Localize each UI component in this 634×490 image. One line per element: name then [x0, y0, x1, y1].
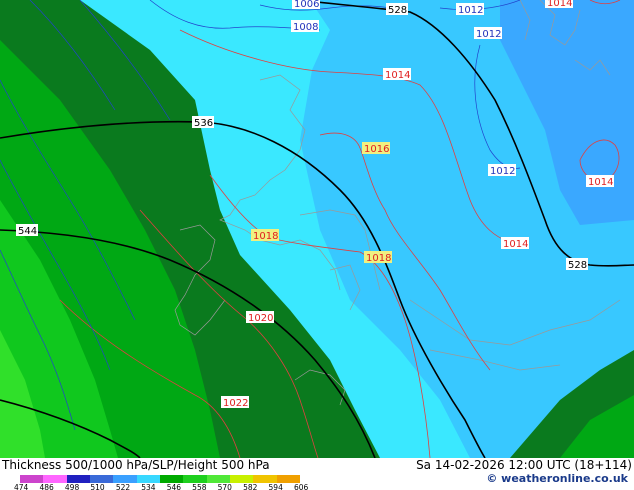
legend-tick-label: 522 [115, 483, 131, 490]
thickness-label-536: 536 [194, 118, 213, 129]
color-legend [20, 475, 300, 483]
legend-tick-label: 582 [243, 483, 258, 490]
isobar-label: 1014 [385, 70, 410, 81]
legend-swatch [253, 475, 277, 483]
map-canvas: 536 544 528 528 1014 1014 1016 1018 1018… [0, 0, 634, 458]
legend-swatch [183, 475, 207, 483]
isobar-label: 1012 [458, 5, 483, 16]
legend-tick-label: 594 [268, 483, 283, 490]
legend-tick-label: 546 [166, 483, 182, 490]
legend-swatch [229, 475, 254, 483]
isobar-label: 1018 [253, 231, 278, 242]
isobar-label: 1014 [547, 0, 572, 9]
isobar-label: 1020 [248, 313, 273, 324]
legend-swatch [43, 475, 67, 483]
copyright-link[interactable]: © weatheronline.co.uk [486, 472, 628, 485]
isobar-label: 1012 [476, 29, 501, 40]
legend-ticks: 474 486 498 510 522 534 546 558 570 582 594 606 [14, 483, 316, 490]
map-footer: Thickness 500/1000 hPa/SLP/Height 500 hP… [0, 458, 634, 490]
legend-swatch [66, 475, 90, 483]
legend-tick-label: 474 [14, 483, 29, 490]
isobar-label: 1022 [223, 398, 248, 409]
weather-map: 536 544 528 528 1014 1014 1016 1018 1018… [0, 0, 634, 490]
legend-tick-label: 570 [217, 483, 232, 490]
thickness-label-528-north: 528 [388, 5, 407, 16]
legend-tick-label: 534 [141, 483, 156, 490]
thickness-label-544: 544 [18, 226, 37, 237]
isobar-label: 1016 [364, 144, 389, 155]
legend-tick-label: 498 [64, 483, 80, 490]
legend-tick-label: 606 [294, 483, 309, 490]
legend-swatch [113, 475, 137, 483]
legend-swatch [206, 475, 230, 483]
legend-swatch [159, 475, 184, 483]
legend-swatch [276, 475, 300, 483]
isobar-label: 1014 [503, 239, 528, 250]
isobar-label: 1018 [366, 253, 391, 264]
legend-swatch [20, 475, 44, 483]
isobar-label: 1006 [294, 0, 319, 10]
legend-tick-label: 558 [192, 483, 207, 490]
thickness-label-528-east: 528 [568, 260, 587, 271]
legend-tick-label: 510 [90, 483, 105, 490]
legend-tick-label: 486 [39, 483, 54, 490]
isobar-label: 1014 [588, 177, 613, 188]
legend-swatch [136, 475, 160, 483]
isobar-label: 1008 [293, 22, 318, 33]
legend-swatch [89, 475, 114, 483]
valid-date: Sa 14-02-2026 12:00 UTC (18+114) [416, 458, 632, 472]
product-title: Thickness 500/1000 hPa/SLP/Height 500 hP… [2, 458, 270, 472]
isobar-label: 1012 [490, 166, 515, 177]
